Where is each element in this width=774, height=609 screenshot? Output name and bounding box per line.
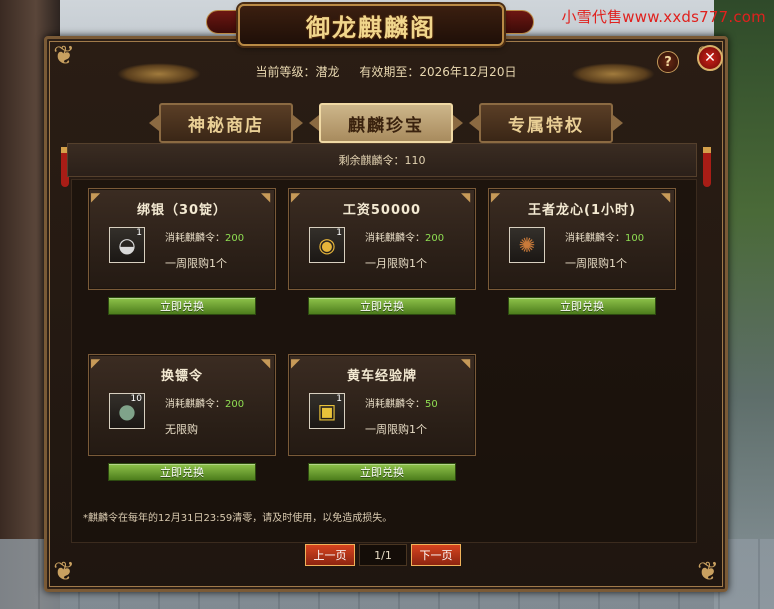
gold-coins-icon[interactable]: ◉ 1 bbox=[309, 227, 345, 263]
current-level-label: 当前等级：潜龙 bbox=[255, 65, 340, 79]
tassel-right bbox=[703, 147, 711, 187]
item-cost: 消耗麒麟令：50 bbox=[365, 395, 438, 410]
tab-mystery-shop[interactable]: 神秘商店 bbox=[149, 103, 303, 143]
close-icon: ✕ bbox=[704, 50, 716, 66]
window-title: 御龙麒麟阁 bbox=[306, 12, 436, 42]
item-title: 绑银（30锭） bbox=[136, 203, 228, 218]
redeem-button[interactable]: 立即兑换 bbox=[308, 297, 456, 315]
item-title: 黄车经验牌 bbox=[346, 369, 417, 384]
cost-value: 200 bbox=[225, 233, 245, 244]
prev-page-button[interactable]: 上一页 bbox=[305, 544, 355, 566]
purchase-limit: 无限购 bbox=[165, 423, 198, 436]
tab-bar: 神秘商店 麒麟珍宝 专属特权 bbox=[149, 103, 629, 143]
corner-ornament-bottom-right: ❦ bbox=[697, 557, 719, 587]
help-button[interactable]: ? bbox=[657, 51, 679, 73]
reset-notice: *麒麟令在每年的12月31日23:59清零，请及时使用，以免造成损失。 bbox=[83, 513, 393, 524]
item-count: 10 bbox=[130, 394, 142, 404]
dragon-heart-icon[interactable]: ✺ bbox=[509, 227, 545, 263]
corner-ornament-bottom-left: ❦ bbox=[53, 557, 75, 587]
expiry-date-label: 有效期至：2026年12月20日 bbox=[359, 65, 517, 79]
item-card: ◤ ◥ 换镖令 ● 10 消耗麒麟令：200 无限购 bbox=[88, 354, 276, 456]
item-title: 王者龙心(1小时) bbox=[528, 203, 636, 218]
tab-exclusive-privileges[interactable]: 专属特权 bbox=[469, 103, 623, 143]
silver-ingot-icon[interactable]: ◒ 1 bbox=[109, 227, 145, 263]
item-count: 1 bbox=[336, 228, 342, 238]
cost-label: 消耗麒麟令： bbox=[365, 399, 425, 410]
question-icon: ? bbox=[664, 54, 672, 70]
tab-label: 神秘商店 bbox=[188, 115, 264, 136]
purchase-limit: 一周限购1个 bbox=[565, 257, 627, 270]
watermark-text: 小雪代售www.xxds777.com bbox=[561, 8, 766, 26]
escort-token-icon[interactable]: ● 10 bbox=[109, 393, 145, 429]
item-cost: 消耗麒麟令：200 bbox=[165, 229, 244, 244]
item-card: ◤ ◥ 绑银（30锭） ◒ 1 消耗麒麟令：200 一周限购1个 bbox=[88, 188, 276, 290]
gold-cart-icon[interactable]: ▣ 1 bbox=[309, 393, 345, 429]
item-count: 1 bbox=[336, 394, 342, 404]
item-card: ◤ ◥ 黄车经验牌 ▣ 1 消耗麒麟令：50 一周限购1个 bbox=[288, 354, 476, 456]
item-count: 1 bbox=[136, 228, 142, 238]
remaining-tokens-bar: 剩余麒麟令：110 bbox=[67, 143, 697, 177]
item-title: 换镖令 bbox=[160, 369, 203, 384]
item-cost: 消耗麒麟令：200 bbox=[365, 229, 444, 244]
main-panel: ❦ ❦ ❦ ❦ 当前等级：潜龙 有效期至：2026年12月20日 ? ✕ 神秘商… bbox=[44, 36, 728, 592]
item-cost: 消耗麒麟令：100 bbox=[565, 229, 644, 244]
purchase-limit: 一月限购1个 bbox=[365, 257, 427, 270]
pagination: 上一页 1/1 下一页 bbox=[305, 544, 461, 566]
cost-label: 消耗麒麟令： bbox=[165, 233, 225, 244]
cost-value: 200 bbox=[425, 233, 445, 244]
remaining-tokens-label: 剩余麒麟令：110 bbox=[338, 154, 426, 167]
item-card: ◤ ◥ 王者龙心(1小时) ✺ 消耗麒麟令：100 一周限购1个 bbox=[488, 188, 676, 290]
item-title: 工资50000 bbox=[342, 203, 422, 218]
tab-label: 麒麟珍宝 bbox=[348, 115, 424, 136]
item-grid: ◤ ◥ 绑银（30锭） ◒ 1 消耗麒麟令：200 一周限购1个 立即兑换 ◤ … bbox=[71, 179, 697, 543]
redeem-button[interactable]: 立即兑换 bbox=[108, 463, 256, 481]
cost-label: 消耗麒麟令： bbox=[365, 233, 425, 244]
tab-qilin-treasure[interactable]: 麒麟珍宝 bbox=[309, 103, 463, 143]
cost-label: 消耗麒麟令： bbox=[565, 233, 625, 244]
window-title-plaque: 御龙麒麟阁 bbox=[238, 4, 504, 46]
cost-label: 消耗麒麟令： bbox=[165, 399, 225, 410]
redeem-button[interactable]: 立即兑换 bbox=[108, 297, 256, 315]
close-button[interactable]: ✕ bbox=[697, 45, 723, 71]
item-card: ◤ ◥ 工资50000 ◉ 1 消耗麒麟令：200 一月限购1个 bbox=[288, 188, 476, 290]
next-page-button[interactable]: 下一页 bbox=[411, 544, 461, 566]
cost-value: 200 bbox=[225, 399, 245, 410]
page-indicator: 1/1 bbox=[359, 544, 407, 566]
item-cost: 消耗麒麟令：200 bbox=[165, 395, 244, 410]
purchase-limit: 一周限购1个 bbox=[165, 257, 227, 270]
redeem-button[interactable]: 立即兑换 bbox=[508, 297, 656, 315]
header-info: 当前等级：潜龙 有效期至：2026年12月20日 bbox=[47, 63, 725, 80]
cost-value: 100 bbox=[625, 233, 645, 244]
tab-label: 专属特权 bbox=[508, 115, 584, 136]
purchase-limit: 一周限购1个 bbox=[365, 423, 427, 436]
cost-value: 50 bbox=[425, 399, 438, 410]
redeem-button[interactable]: 立即兑换 bbox=[308, 463, 456, 481]
